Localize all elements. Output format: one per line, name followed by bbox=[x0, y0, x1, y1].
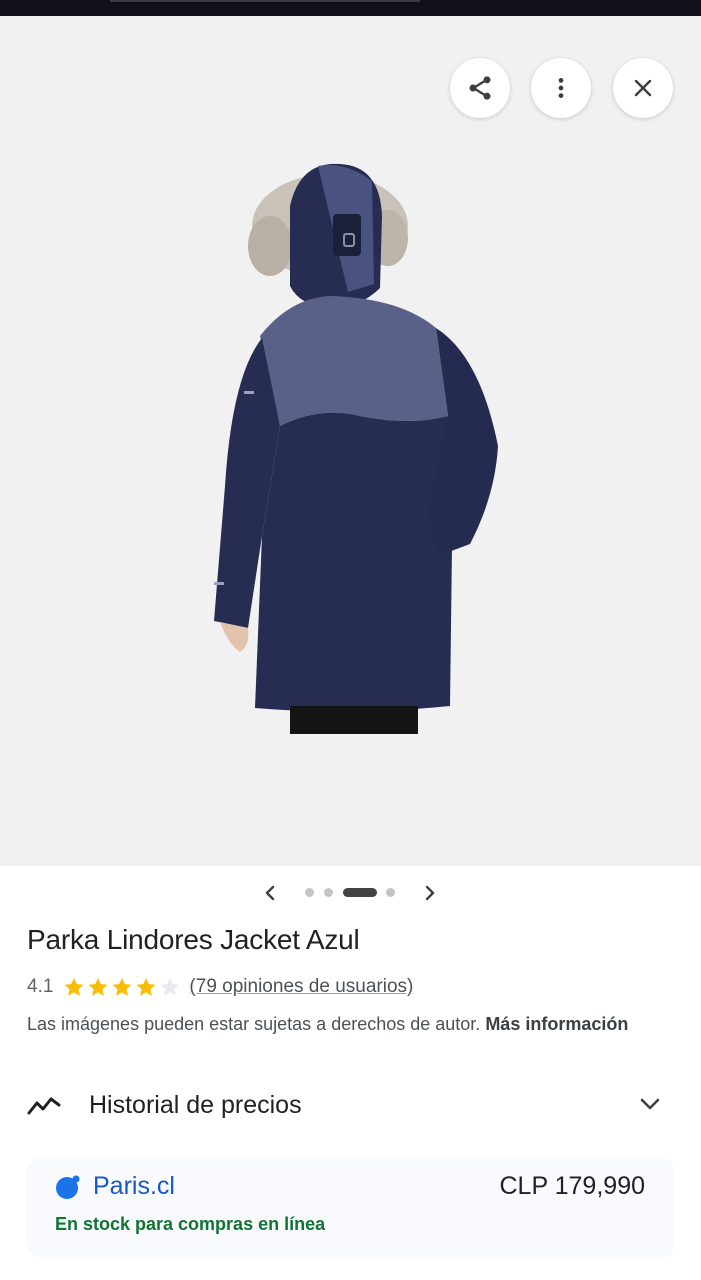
copyright-notice: Las imágenes pueden estar sujetas a dere… bbox=[27, 1011, 647, 1038]
rating-value: 4.1 bbox=[27, 976, 54, 997]
reviews-link[interactable]: (79 opiniones de usuarios) bbox=[189, 976, 413, 998]
previous-image-button[interactable] bbox=[259, 882, 281, 904]
share-button[interactable] bbox=[450, 58, 510, 118]
pager-dot-active[interactable] bbox=[343, 888, 377, 897]
product-title: Parka Lindores Jacket Azul bbox=[27, 924, 360, 955]
stock-status: En stock para compras en línea bbox=[55, 1214, 326, 1234]
merchant-offer-card[interactable]: Paris.cl CLP 179,990 En stock para compr… bbox=[27, 1158, 675, 1258]
star-icon bbox=[112, 977, 132, 996]
offer-price: CLP 179,990 bbox=[499, 1172, 646, 1200]
share-icon bbox=[469, 76, 491, 100]
pager-dot[interactable] bbox=[305, 888, 314, 897]
star-icon bbox=[64, 977, 84, 996]
star-rating bbox=[63, 976, 183, 998]
close-button[interactable] bbox=[613, 58, 673, 118]
pager-dot[interactable] bbox=[324, 888, 333, 897]
price-history-label: Historial de precios bbox=[89, 1090, 302, 1119]
star-empty-icon bbox=[160, 977, 180, 996]
paris-logo-icon bbox=[56, 1175, 80, 1199]
chevron-right-icon bbox=[425, 885, 435, 901]
more-options-button[interactable] bbox=[531, 58, 591, 118]
star-icon bbox=[136, 977, 156, 996]
more-vert-icon bbox=[558, 78, 564, 98]
more-info-link[interactable]: Más información bbox=[485, 1014, 628, 1034]
image-pager bbox=[0, 878, 701, 908]
star-icon bbox=[88, 977, 108, 996]
product-image-viewer[interactable] bbox=[0, 16, 701, 866]
pager-dot[interactable] bbox=[386, 888, 395, 897]
rating-row: 4.1 (79 opiniones de usuarios) bbox=[27, 974, 413, 1000]
close-icon bbox=[634, 79, 652, 97]
next-image-button[interactable] bbox=[419, 882, 441, 904]
status-bar-handle bbox=[110, 0, 420, 2]
status-bar bbox=[0, 0, 701, 16]
chevron-down-icon[interactable] bbox=[639, 1093, 661, 1115]
product-image bbox=[214, 163, 498, 734]
chevron-left-icon bbox=[265, 885, 275, 901]
merchant[interactable]: Paris.cl bbox=[55, 1172, 175, 1201]
price-history-row[interactable]: Historial de precios bbox=[27, 1082, 667, 1128]
merchant-name[interactable]: Paris.cl bbox=[93, 1172, 175, 1201]
copyright-text: Las imágenes pueden estar sujetas a dere… bbox=[27, 1014, 486, 1034]
trend-line-icon bbox=[27, 1097, 61, 1115]
